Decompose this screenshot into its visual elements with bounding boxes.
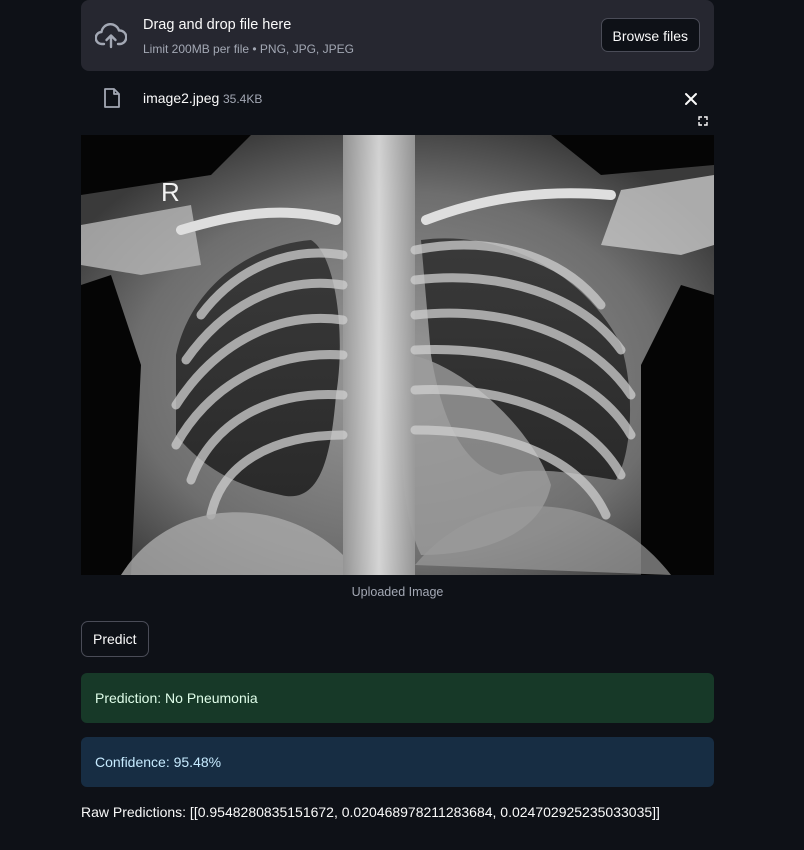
confidence-result: Confidence: 95.48% [81, 737, 714, 787]
image-caption: Uploaded Image [351, 585, 444, 599]
predict-button[interactable]: Predict [81, 621, 149, 657]
file-size: 35.4KB [223, 92, 263, 106]
image-side-marker: R [161, 177, 180, 207]
raw-predictions-text: Raw Predictions: [[0.9548280835151672, 0… [81, 804, 660, 820]
prediction-result: Prediction: No Pneumonia [81, 673, 714, 723]
file-dropzone[interactable]: Drag and drop file here Limit 200MB per … [81, 0, 714, 71]
dropzone-title: Drag and drop file here [143, 17, 292, 33]
main-content: Drag and drop file here Limit 200MB per … [81, 0, 714, 820]
uploaded-file-row: image2.jpeg 35.4KB [81, 71, 714, 127]
remove-file-close-icon[interactable] [684, 92, 698, 106]
cloud-upload-icon [94, 22, 128, 50]
fullscreen-icon[interactable] [698, 113, 708, 126]
uploaded-xray-image: R [81, 135, 714, 575]
file-name: image2.jpeg [143, 90, 220, 106]
browse-files-button[interactable]: Browse files [600, 18, 700, 52]
file-icon [103, 87, 121, 109]
dropzone-limit-text: Limit 200MB per file • PNG, JPG, JPEG [143, 42, 354, 56]
